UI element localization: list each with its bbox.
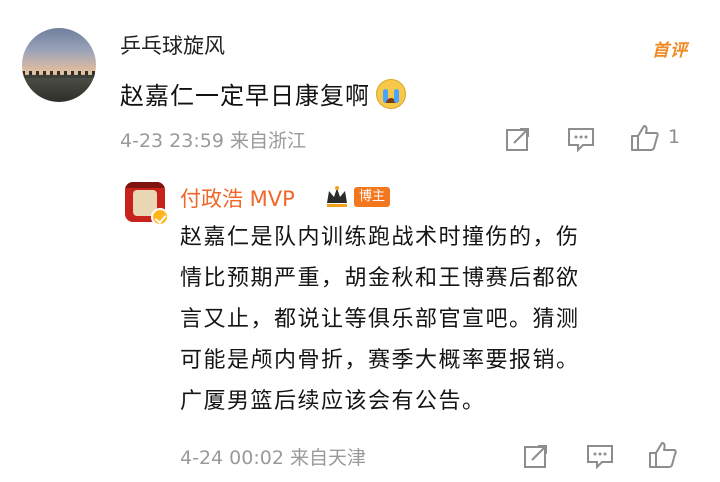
reply-line: 情比预期严重，胡金秋和王博赛后都欲 — [180, 266, 580, 291]
reply-username[interactable]: 付政浩 MVP — [180, 183, 295, 213]
reply-meta: 4-24 00:02 来自天津 — [180, 447, 366, 469]
comment-icon[interactable] — [567, 126, 595, 152]
first-comment-badge: 首评 — [652, 41, 688, 61]
reply-line: 言又止，都说让等俱乐部官宣吧。猜测 — [180, 307, 580, 332]
verified-icon — [151, 208, 169, 226]
reply-line: 赵嘉仁是队内训练跑战术时撞伤的，伤 — [180, 225, 580, 250]
blogger-tag: 博主 — [354, 187, 391, 207]
share-icon[interactable] — [505, 126, 531, 152]
like-icon[interactable] — [648, 441, 678, 469]
reply-line: 广厦男篮后续应该会有公告。 — [180, 389, 486, 414]
share-icon[interactable] — [523, 443, 549, 469]
like-count: 1 — [668, 126, 681, 148]
crying-face-icon — [376, 78, 406, 109]
comment-meta: 4-23 23:59 来自浙江 — [120, 130, 306, 152]
reply-line: 可能是颅内骨折，赛季大概率要报销。 — [180, 348, 580, 373]
avatar[interactable] — [22, 28, 96, 102]
avatar-image-horizon — [22, 75, 96, 78]
reply-text: 赵嘉仁是队内训练跑战术时撞伤的，伤 情比预期严重，胡金秋和王博赛后都欲 言又止，… — [180, 217, 690, 422]
like-icon[interactable] — [630, 124, 660, 152]
comment-username[interactable]: 乒乓球旋风 — [120, 30, 225, 60]
crown-icon — [327, 186, 347, 207]
comment-icon[interactable] — [586, 443, 614, 469]
comment-text: 赵嘉仁一定早日康复啊 — [120, 76, 406, 111]
comment-text-content: 赵嘉仁一定早日康复啊 — [120, 82, 370, 110]
